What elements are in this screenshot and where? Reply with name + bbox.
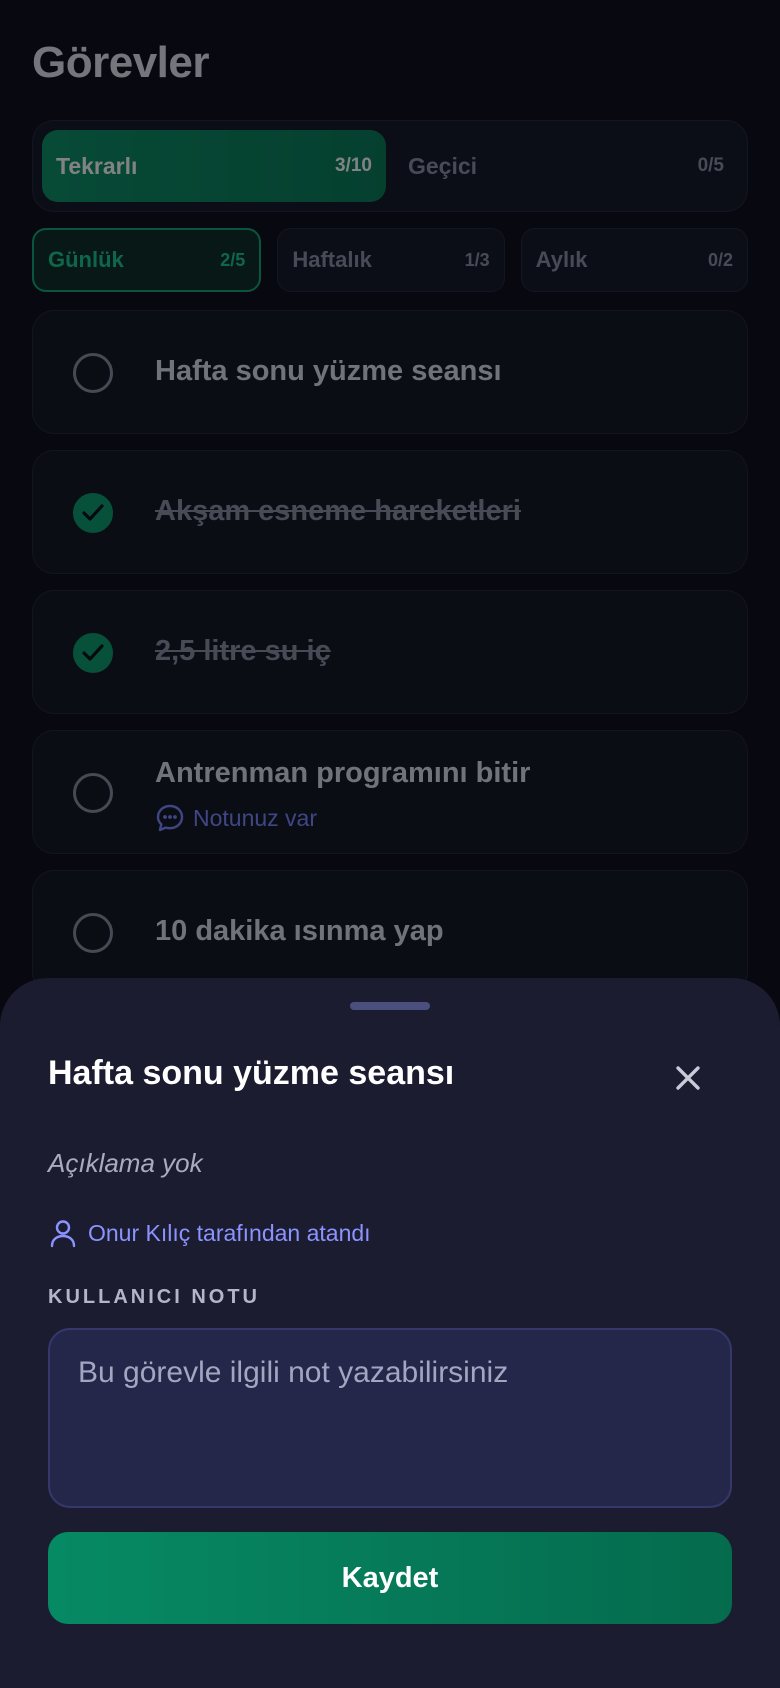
assigned-by-text: Onur Kılıç tarafından atandı <box>88 1219 371 1246</box>
user-note-input[interactable] <box>48 1328 732 1508</box>
note-section-label: KULLANICI NOTU <box>48 1286 260 1308</box>
screen: Görevler Tekrarlı 3/10 Geçici 0/5 Günlük… <box>0 0 780 1688</box>
close-icon <box>676 1066 700 1090</box>
sheet-drag-handle[interactable] <box>350 1002 430 1010</box>
task-description: Açıklama yok <box>48 1148 203 1178</box>
close-button[interactable] <box>670 1060 706 1096</box>
assigned-by: Onur Kılıç tarafından atandı <box>48 1218 371 1248</box>
sheet-title: Hafta sonu yüzme seansı <box>48 1054 455 1092</box>
user-icon <box>50 1220 76 1248</box>
task-detail-sheet: Hafta sonu yüzme seansı Açıklama yok Onu… <box>0 978 780 1688</box>
save-button[interactable]: Kaydet <box>48 1532 732 1624</box>
